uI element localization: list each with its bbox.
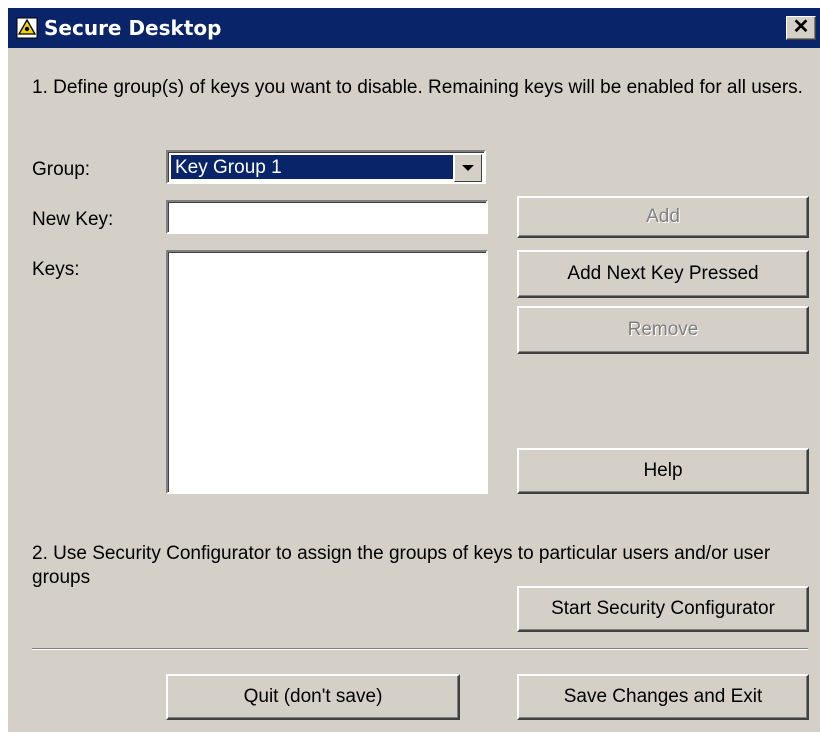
start-security-configurator-label: Start Security Configurator <box>551 598 775 619</box>
quit-button[interactable]: Quit (don't save) <box>166 674 460 720</box>
lock-shield-icon <box>16 17 38 39</box>
new-key-input[interactable] <box>166 200 488 234</box>
secure-desktop-dialog: Secure Desktop ✕ 1. Define group(s) of k… <box>8 8 820 732</box>
title-bar: Secure Desktop ✕ <box>8 8 820 48</box>
step2-instructions: 2. Use Security Configurator to assign t… <box>32 543 771 588</box>
remove-button-label: Remove <box>627 319 699 340</box>
save-and-exit-label: Save Changes and Exit <box>563 686 763 707</box>
start-security-configurator-button[interactable]: Start Security Configurator <box>517 586 809 632</box>
step1-instructions: 1. Define group(s) of keys you want to d… <box>32 77 803 98</box>
add-button[interactable]: Add <box>517 196 809 238</box>
add-next-key-pressed-button[interactable]: Add Next Key Pressed <box>517 250 809 298</box>
save-and-exit-button[interactable]: Save Changes and Exit <box>517 674 809 720</box>
help-button[interactable]: Help <box>517 448 809 494</box>
keys-listbox[interactable] <box>166 250 488 494</box>
chevron-down-icon[interactable] <box>454 154 482 182</box>
add-next-key-pressed-label: Add Next Key Pressed <box>567 263 759 284</box>
new-key-label: New Key: <box>32 209 114 230</box>
group-dropdown[interactable]: Key Group 1 <box>166 150 486 184</box>
quit-button-label: Quit (don't save) <box>243 686 383 707</box>
separator-line <box>32 648 808 650</box>
close-button[interactable]: ✕ <box>786 16 816 40</box>
group-dropdown-value: Key Group 1 <box>171 155 453 179</box>
remove-button[interactable]: Remove <box>517 306 809 354</box>
add-button-label: Add <box>646 206 680 227</box>
help-button-label: Help <box>643 460 683 481</box>
keys-label: Keys: <box>32 259 80 280</box>
group-label: Group: <box>32 159 91 180</box>
close-icon: ✕ <box>792 16 810 38</box>
window-title: Secure Desktop <box>44 16 222 40</box>
